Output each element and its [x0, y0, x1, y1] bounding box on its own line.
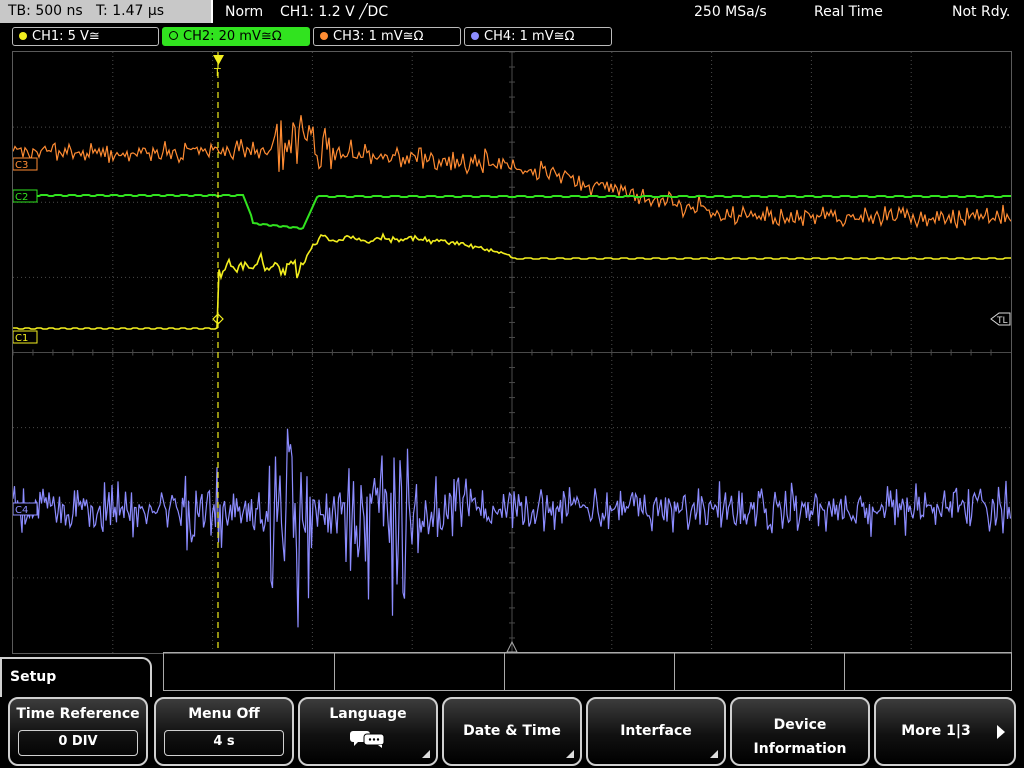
ch4-offset-label: C4	[15, 505, 28, 516]
channel-tab-label: CH4: 1 mV≅Ω	[484, 29, 575, 44]
trigger-position-marker[interactable]: T	[213, 55, 224, 79]
softkey-label: More 1|3	[901, 723, 971, 739]
info-cell	[674, 653, 845, 691]
channel-tab-ch4[interactable]: CH4: 1 mV≅Ω	[464, 27, 612, 46]
menu-info-strip	[163, 652, 1012, 691]
ch2-color-dot	[169, 31, 178, 40]
channel-tab-label: CH1: 5 V≅	[32, 29, 100, 44]
softkey-label-line1: Device	[773, 717, 827, 733]
graticule	[13, 52, 1011, 653]
channel-tab-label: CH2: 20 mV≅Ω	[183, 29, 282, 44]
ch3-offset-label: C3	[15, 160, 28, 171]
timebase-box[interactable]: TB: 500 ns T: 1.47 µs	[0, 0, 213, 23]
speech-bubbles-icon	[350, 731, 385, 748]
submenu-indicator-icon	[566, 750, 574, 758]
trigger-position-label: T	[213, 66, 221, 79]
softkey-label: Time Reference	[16, 706, 140, 722]
acquisition-realtime: Real Time	[814, 4, 883, 20]
trigger-info: CH1: 1.2 V ╱DC	[280, 4, 389, 20]
info-cell	[504, 653, 675, 691]
ch2-offset-label: C2	[15, 192, 28, 203]
acquisition-state: Not Rdy.	[952, 4, 1011, 20]
ch1-color-dot	[19, 32, 27, 40]
ch4-offset-marker[interactable]: C4	[13, 502, 38, 516]
info-cell	[164, 653, 335, 691]
acquisition-mode: Norm	[225, 4, 264, 20]
language-softkey[interactable]: Language	[298, 697, 438, 766]
menu-title-tab: Setup	[0, 657, 152, 697]
time-reference-softkey[interactable]: Time Reference 0 DIV	[8, 697, 148, 766]
more-softkey[interactable]: More 1|3	[874, 697, 1016, 766]
softkey-label: Interface	[620, 723, 692, 739]
ch1-offset-label: C1	[15, 333, 28, 344]
ch2-offset-marker[interactable]: C2	[13, 189, 38, 203]
time-reference-value: 0 DIV	[18, 730, 138, 756]
timebase-value: TB: 500 ns	[8, 3, 83, 19]
softkey-label-line2: Information	[753, 741, 847, 757]
device-information-softkey[interactable]: Device Information	[730, 697, 870, 766]
ch4-color-dot	[471, 32, 479, 40]
date-time-softkey[interactable]: Date & Time	[442, 697, 582, 766]
waveform-canvas: T C3 C2 C1 C4 TL	[13, 52, 1011, 653]
menu-off-value: 4 s	[164, 730, 284, 756]
status-bar: TB: 500 ns T: 1.47 µs Norm CH1: 1.2 V ╱D…	[0, 0, 1024, 24]
softkey-label: Menu Off	[188, 706, 260, 722]
menu-off-softkey[interactable]: Menu Off 4 s	[154, 697, 294, 766]
info-cell	[334, 653, 505, 691]
submenu-indicator-icon	[422, 750, 430, 758]
channel-tab-label: CH3: 1 mV≅Ω	[333, 29, 424, 44]
ch3-offset-marker[interactable]: C3	[13, 157, 38, 171]
trigger-level-label: TL	[996, 316, 1008, 326]
softkey-label: Date & Time	[463, 723, 561, 739]
softkey-label: Language	[329, 706, 407, 722]
ch3-color-dot	[320, 32, 328, 40]
waveform-display[interactable]: T C3 C2 C1 C4 TL	[12, 51, 1012, 654]
trigger-level-marker[interactable]: TL	[990, 312, 1011, 326]
trigger-time-value: T: 1.47 µs	[96, 3, 165, 19]
ch1-offset-marker[interactable]: C1	[13, 330, 38, 344]
channel-tab-ch2[interactable]: CH2: 20 mV≅Ω	[162, 27, 310, 46]
channel-tab-ch3[interactable]: CH3: 1 mV≅Ω	[313, 27, 461, 46]
channel-tab-ch1[interactable]: CH1: 5 V≅	[12, 27, 159, 46]
interface-softkey[interactable]: Interface	[586, 697, 726, 766]
next-page-arrow-icon	[997, 725, 1005, 739]
submenu-indicator-icon	[710, 750, 718, 758]
sample-rate: 250 MSa/s	[694, 4, 767, 20]
